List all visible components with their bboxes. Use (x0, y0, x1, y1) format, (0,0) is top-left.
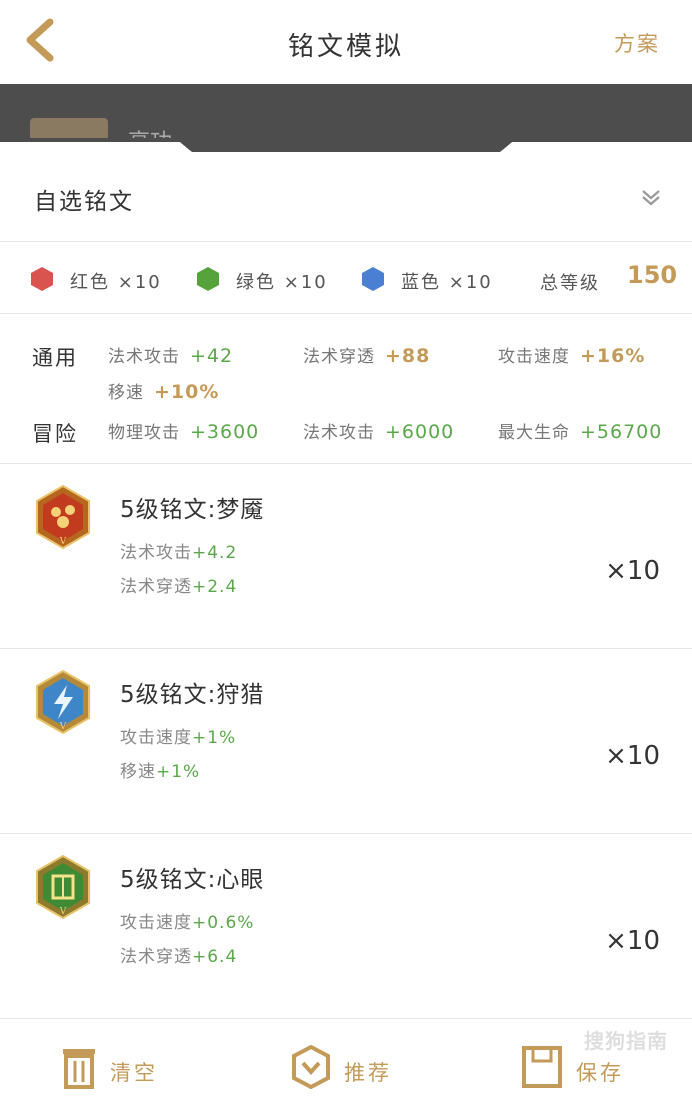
stat-item: 法术穿透 +88 (303, 345, 431, 367)
total-level-value: 150 (627, 261, 678, 289)
blue-hexagon-icon (362, 267, 384, 291)
red-count: 红色 ×10 (70, 272, 162, 293)
selector-label: 自选铭文 (34, 189, 134, 215)
watermark: 搜狗指南 (584, 1029, 668, 1053)
stat-item: 法术攻击 +42 (108, 345, 234, 367)
rune-attribute: 攻击速度+0.6% (120, 913, 255, 933)
save-icon (522, 1046, 562, 1088)
rune-list-item[interactable]: V 5级铭文:心眼 攻击速度+0.6% 法术穿透+6.4 ×10 (0, 834, 692, 1019)
stat-item: 攻击速度 +16% (498, 345, 646, 367)
stats-summary: 通用 法术攻击 +42 法术穿透 +88 攻击速度 +16% 移速 +10% 冒险 物理… (0, 314, 692, 464)
red-rune-icon: V (36, 484, 90, 550)
green-count: 绿色 ×10 (236, 272, 328, 293)
rune-simulator-page: 铭文模拟 方案 高功 自选铭文 红色 ×10 绿色 ×10 (0, 0, 692, 1103)
total-level-label: 总等级 (540, 273, 600, 294)
save-label: 保存 (576, 1061, 624, 1085)
rune-name: 5级铭文:梦魇 (120, 497, 265, 523)
blue-rune-icon: V (36, 669, 90, 735)
rune-list-item[interactable]: V 5级铭文:梦魇 法术攻击+4.2 法术穿透+2.4 ×10 (0, 464, 692, 649)
trash-icon (63, 1049, 95, 1089)
bottom-toolbar: 清空 推荐 保存 搜狗指南 (0, 1018, 692, 1103)
rune-list-item[interactable]: V 5级铭文:狩猎 攻击速度+1% 移速+1% ×10 (0, 649, 692, 834)
rune-attribute: 法术穿透+2.4 (120, 577, 238, 597)
rune-set-selector[interactable]: 自选铭文 (0, 150, 692, 242)
rune-attribute: 移速+1% (120, 762, 201, 782)
top-nav: 铭文模拟 方案 (0, 0, 692, 84)
adventure-category-label: 冒险 (32, 422, 78, 446)
rune-attribute: 攻击速度+1% (120, 728, 237, 748)
rune-count: ×10 (605, 556, 660, 586)
rune-name: 5级铭文:心眼 (120, 867, 265, 893)
general-category-label: 通用 (32, 346, 78, 370)
clear-label: 清空 (110, 1061, 158, 1085)
recommend-label: 推荐 (344, 1061, 392, 1085)
red-hexagon-icon (31, 267, 53, 291)
clear-button[interactable]: 清空 (62, 1045, 172, 1089)
recommend-button[interactable]: 推荐 (292, 1045, 402, 1089)
stat-item: 法术攻击 +6000 (303, 421, 455, 443)
stat-item: 移速 +10% (108, 381, 220, 403)
rune-attribute: 法术攻击+4.2 (120, 543, 238, 563)
shield-down-icon (292, 1045, 330, 1089)
rune-attribute: 法术穿透+6.4 (120, 947, 238, 967)
rune-count: ×10 (605, 741, 660, 771)
svg-text:V: V (59, 722, 67, 732)
stat-item: 最大生命 +56700 (498, 421, 663, 443)
rune-name: 5级铭文:狩猎 (120, 682, 265, 708)
color-summary: 红色 ×10 绿色 ×10 蓝色 ×10 总等级 150 (0, 242, 692, 314)
svg-text:V: V (59, 907, 67, 917)
stat-item: 物理攻击 +3600 (108, 421, 260, 443)
chevron-down-icon (642, 190, 660, 206)
green-rune-icon: V (36, 854, 90, 920)
green-hexagon-icon (197, 267, 219, 291)
rune-count: ×10 (605, 926, 660, 956)
svg-text:V: V (59, 537, 67, 547)
page-title: 铭文模拟 (287, 32, 404, 62)
blue-count: 蓝色 ×10 (401, 272, 493, 293)
plan-button[interactable]: 方案 (614, 28, 660, 58)
